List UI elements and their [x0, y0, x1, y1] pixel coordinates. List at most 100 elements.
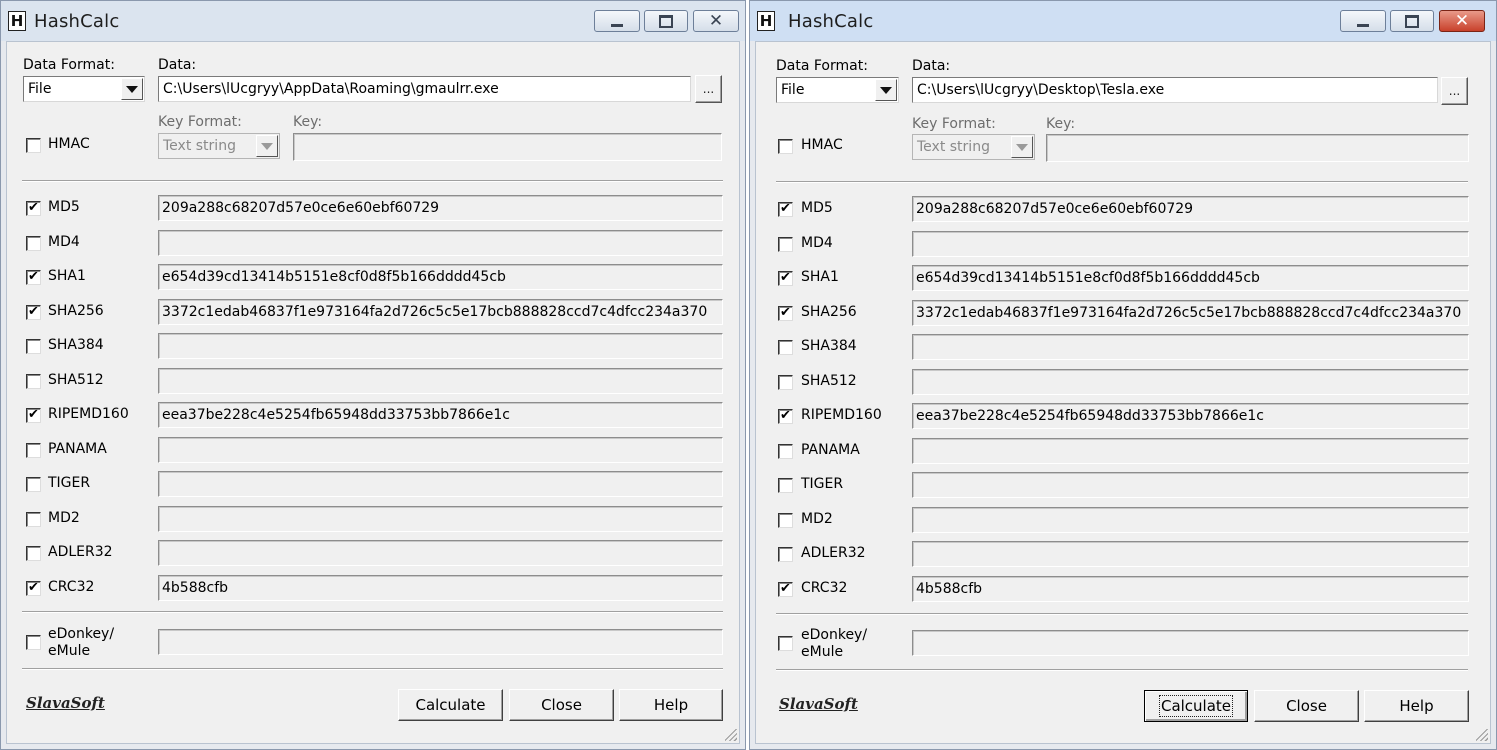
sha256-checkbox[interactable]: ✔ [26, 305, 41, 320]
panama-hash-field[interactable] [158, 437, 723, 463]
adler32-checkbox[interactable] [778, 547, 793, 562]
window-title: HashCalc [788, 11, 874, 32]
panama-checkbox[interactable] [26, 443, 41, 458]
ripemd160-checkbox[interactable]: ✔ [778, 409, 793, 424]
resize-grip[interactable] [725, 729, 737, 741]
chevron-down-icon[interactable] [121, 78, 143, 100]
adler32-label: ADLER32 [801, 545, 866, 561]
crc32-hash-field[interactable]: 4b588cfb [158, 575, 723, 601]
sha256-hash-field[interactable]: 3372c1edab46837f1e973164fa2d726c5c5e17bc… [912, 300, 1469, 326]
chevron-down-icon[interactable] [875, 79, 897, 101]
browse-button[interactable]: ... [1441, 77, 1468, 105]
edonkey-hash-field[interactable] [912, 630, 1469, 656]
sha512-hash-field[interactable] [158, 368, 723, 394]
browse-button[interactable]: ... [695, 75, 722, 103]
close-button[interactable]: Close [509, 689, 614, 721]
title-bar[interactable]: H HashCalc ✕ [750, 1, 1496, 41]
close-button[interactable]: Close [1254, 690, 1359, 722]
edonkey-checkbox[interactable] [778, 636, 793, 651]
md2-hash-field[interactable] [158, 506, 723, 532]
sha384-hash-field[interactable] [158, 333, 723, 359]
sha256-hash-field[interactable]: 3372c1edab46837f1e973164fa2d726c5c5e17bc… [158, 299, 723, 325]
sha384-hash-field[interactable] [912, 334, 1469, 360]
adler32-hash-field[interactable] [158, 540, 723, 566]
help-label: Help [1399, 697, 1434, 715]
slavasoft-logo[interactable]: SlavaSoft [779, 695, 858, 713]
slavasoft-logo[interactable]: SlavaSoft [26, 694, 105, 712]
close-window-button[interactable]: ✕ [1439, 10, 1485, 32]
sha512-label: SHA512 [48, 372, 104, 388]
minimize-button[interactable] [594, 10, 640, 32]
resize-grip[interactable] [1476, 729, 1488, 741]
key-format-select[interactable]: Text string [912, 134, 1035, 160]
sha512-checkbox[interactable] [26, 374, 41, 389]
panama-hash-field[interactable] [912, 438, 1469, 464]
tiger-checkbox[interactable] [778, 478, 793, 493]
key-format-value: Text string [917, 139, 990, 155]
md2-hash-field[interactable] [912, 507, 1469, 533]
dialog-client: Data Format: Data: File C:\Users\lUcgryy… [755, 41, 1491, 744]
crc32-checkbox[interactable]: ✔ [26, 581, 41, 596]
help-button[interactable]: Help [619, 689, 723, 721]
sha1-label: SHA1 [801, 269, 839, 285]
chevron-down-icon[interactable] [256, 135, 278, 157]
adler32-checkbox[interactable] [26, 546, 41, 561]
sha384-checkbox[interactable] [778, 340, 793, 355]
ripemd160-label: RIPEMD160 [801, 407, 882, 423]
md2-checkbox[interactable] [778, 513, 793, 528]
ripemd160-hash-field[interactable]: eea37be228c4e5254fb65948dd33753bb7866e1c [912, 403, 1469, 429]
calculate-button[interactable]: Calculate [1144, 690, 1248, 722]
tiger-hash-field[interactable] [158, 471, 723, 497]
ripemd160-checkbox[interactable]: ✔ [26, 408, 41, 423]
hmac-checkbox[interactable] [778, 139, 793, 154]
sha1-hash-field[interactable]: e654d39cd13414b5151e8cf0d8f5b166dddd45cb [912, 265, 1469, 291]
crc32-hash-field[interactable]: 4b588cfb [912, 576, 1469, 602]
tiger-checkbox[interactable] [26, 477, 41, 492]
hmac-checkbox[interactable] [26, 138, 41, 153]
md5-hash-field[interactable]: 209a288c68207d57e0ce6e60ebf60729 [158, 195, 723, 221]
hashcalc-window-1: H HashCalc ✕ Data Format: Data: File C:\… [0, 0, 746, 750]
sha512-hash-field[interactable] [912, 369, 1469, 395]
calculate-button[interactable]: Calculate [398, 689, 503, 721]
maximize-button[interactable] [644, 10, 688, 32]
md4-hash-field[interactable] [912, 231, 1469, 257]
chevron-down-icon[interactable] [1011, 136, 1033, 158]
md4-checkbox[interactable] [26, 236, 41, 251]
minimize-button[interactable] [1340, 10, 1386, 32]
data-format-select[interactable]: File [23, 76, 145, 102]
key-input[interactable] [1046, 134, 1469, 162]
adler32-hash-field[interactable] [912, 541, 1469, 567]
md4-hash-field[interactable] [158, 230, 723, 256]
data-format-select[interactable]: File [776, 77, 899, 103]
key-format-select[interactable]: Text string [158, 133, 280, 159]
sha256-checkbox[interactable]: ✔ [778, 306, 793, 321]
sha1-checkbox[interactable]: ✔ [778, 271, 793, 286]
tiger-hash-field[interactable] [912, 472, 1469, 498]
crc32-checkbox[interactable]: ✔ [778, 582, 793, 597]
key-input[interactable] [293, 133, 722, 161]
sha384-checkbox[interactable] [26, 339, 41, 354]
sha1-hash-field[interactable]: e654d39cd13414b5151e8cf0d8f5b166dddd45cb [158, 264, 723, 290]
close-label: Close [541, 696, 582, 714]
ripemd160-hash-field[interactable]: eea37be228c4e5254fb65948dd33753bb7866e1c [158, 402, 723, 428]
data-input[interactable]: C:\Users\lUcgryy\AppData\Roaming\gmaulrr… [158, 76, 691, 102]
md5-hash-field[interactable]: 209a288c68207d57e0ce6e60ebf60729 [912, 196, 1469, 222]
md5-checkbox[interactable]: ✔ [26, 201, 41, 216]
md4-checkbox[interactable] [778, 237, 793, 252]
data-input[interactable]: C:\Users\lUcgryy\Desktop\Tesla.exe [912, 77, 1438, 103]
panama-checkbox[interactable] [778, 444, 793, 459]
edonkey-checkbox[interactable] [26, 635, 41, 650]
edonkey-hash-field[interactable] [158, 629, 723, 655]
md5-checkbox[interactable]: ✔ [778, 202, 793, 217]
maximize-button[interactable] [1390, 10, 1434, 32]
md5-label: MD5 [48, 199, 80, 215]
sha1-checkbox[interactable]: ✔ [26, 270, 41, 285]
key-format-label: Key Format: [912, 116, 996, 132]
title-bar[interactable]: H HashCalc ✕ [1, 1, 745, 41]
md2-checkbox[interactable] [26, 512, 41, 527]
sha256-label: SHA256 [48, 303, 104, 319]
data-label: Data: [158, 57, 197, 73]
close-window-button[interactable]: ✕ [693, 10, 739, 32]
help-button[interactable]: Help [1364, 690, 1469, 722]
sha512-checkbox[interactable] [778, 375, 793, 390]
